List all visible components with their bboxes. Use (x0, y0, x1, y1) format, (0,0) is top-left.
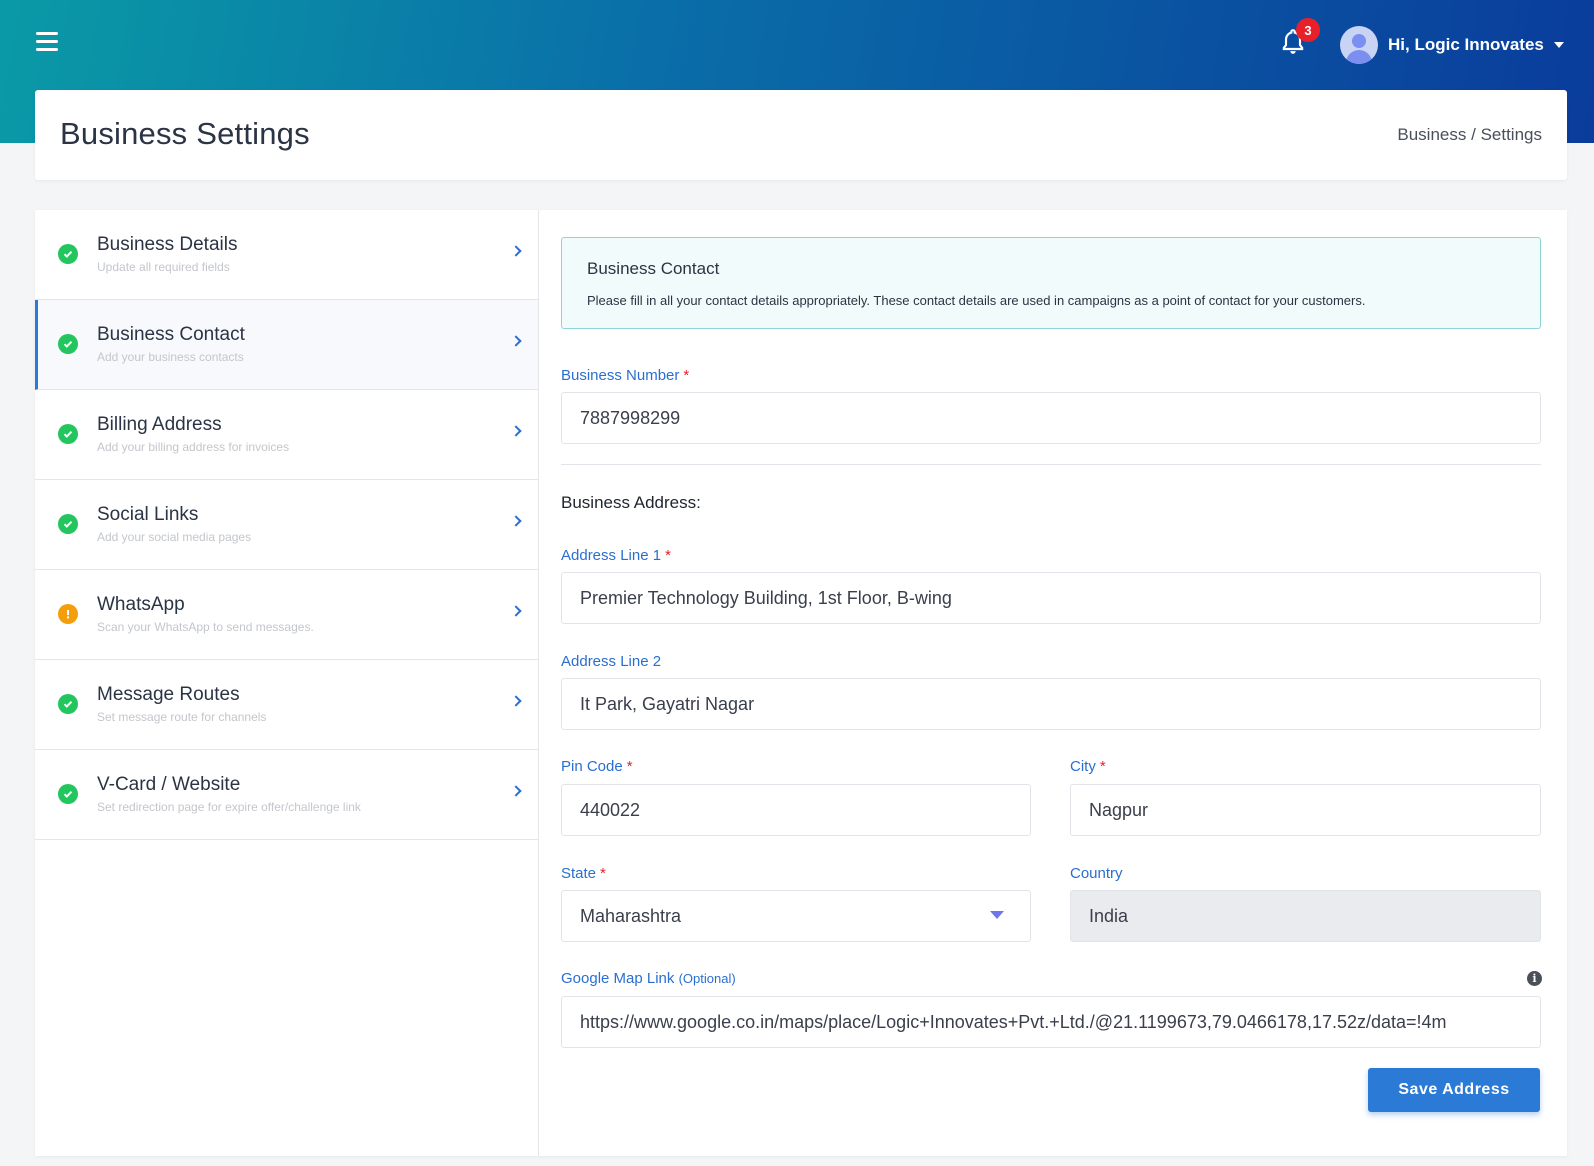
divider (561, 464, 1541, 465)
business-number-input[interactable]: 7887998299 (561, 392, 1541, 444)
address-line2-label: Address Line 2 (561, 653, 661, 670)
sidebar-item-subtitle: Update all required fields (97, 260, 230, 274)
save-address-button[interactable]: Save Address (1368, 1068, 1540, 1112)
info-alert-text: Please fill in all your contact details … (587, 293, 1366, 308)
avatar (1340, 26, 1378, 64)
check-circle-icon (58, 244, 78, 264)
hamburger-menu-icon[interactable] (36, 32, 58, 52)
sidebar-item-title: Billing Address (97, 414, 222, 435)
check-circle-icon (58, 424, 78, 444)
breadcrumb-separator: / (1471, 125, 1476, 144)
page-header: Business Settings Business / Settings (35, 90, 1567, 180)
settings-sidebar: Business Details Update all required fie… (35, 210, 539, 1156)
label-text: State (561, 865, 597, 882)
sidebar-item-title: Social Links (97, 504, 199, 525)
info-alert: Business Contact Please fill in all your… (561, 237, 1541, 329)
caret-down-icon (1553, 42, 1564, 48)
required-marker: * (683, 367, 690, 384)
sidebar-item-title: V-Card / Website (97, 774, 241, 795)
sidebar-item-social-links[interactable]: Social Links Add your social media pages (35, 480, 538, 570)
sidebar-item-whatsapp[interactable]: WhatsApp Scan your WhatsApp to send mess… (35, 570, 538, 660)
chevron-right-icon (510, 245, 522, 257)
chevron-right-icon (510, 605, 522, 617)
map-link-input[interactable]: https://www.google.co.in/maps/place/Logi… (561, 996, 1541, 1048)
sidebar-item-subtitle: Add your billing address for invoices (97, 440, 290, 454)
country-label: Country (1070, 865, 1123, 882)
optional-marker: (Optional) (678, 971, 736, 986)
exclamation-circle-icon (58, 604, 78, 624)
user-menu[interactable]: Hi, Logic Innovates (1340, 26, 1564, 64)
state-label: State * (561, 865, 606, 882)
check-circle-icon (58, 334, 78, 354)
address-line1-input[interactable]: Premier Technology Building, 1st Floor, … (561, 572, 1541, 624)
label-text: Pin Code (561, 758, 623, 775)
business-number-label: Business Number * (561, 367, 689, 384)
required-marker: * (626, 758, 633, 775)
map-link-label: Google Map Link (Optional) (561, 970, 736, 987)
sidebar-item-business-contact[interactable]: Business Contact Add your business conta… (35, 300, 538, 390)
label-text: Google Map Link (561, 970, 675, 987)
sidebar-item-subtitle: Set redirection page for expire offer/ch… (97, 800, 361, 814)
check-circle-icon (58, 694, 78, 714)
chevron-right-icon (510, 785, 522, 797)
label-text: Address Line 2 (561, 653, 662, 670)
sidebar-item-business-details[interactable]: Business Details Update all required fie… (35, 210, 538, 300)
sidebar-item-subtitle: Scan your WhatsApp to send messages. (97, 620, 314, 634)
business-address-heading: Business Address: (561, 493, 701, 512)
check-circle-icon (58, 784, 78, 804)
sidebar-item-subtitle: Set message route for channels (97, 710, 267, 724)
chevron-right-icon (510, 335, 522, 347)
breadcrumb-settings: Settings (1480, 125, 1542, 144)
label-text: Address Line 1 (561, 547, 662, 564)
required-marker: * (665, 547, 671, 564)
required-marker: * (1099, 758, 1106, 775)
country-input: India (1070, 890, 1541, 942)
sidebar-item-subtitle: Add your social media pages (97, 530, 252, 544)
label-text: City (1070, 758, 1096, 775)
sidebar-item-title: Business Details (97, 234, 238, 255)
notification-bell-icon[interactable]: 3 (1280, 18, 1320, 58)
label-text: Business Number (561, 367, 680, 384)
page-title: Business Settings (60, 116, 310, 151)
chevron-right-icon (510, 425, 522, 437)
chevron-right-icon (510, 695, 522, 707)
sidebar-item-billing-address[interactable]: Billing Address Add your billing address… (35, 390, 538, 480)
label-text: Country (1070, 865, 1123, 882)
state-select-value: Maharashtra (580, 905, 682, 926)
sidebar-item-vcard-website[interactable]: V-Card / Website Set redirection page fo… (35, 750, 538, 840)
contact-form: Business Contact Please fill in all your… (561, 210, 1542, 1156)
pin-code-input[interactable]: 440022 (561, 784, 1031, 836)
breadcrumb: Business / Settings (1397, 125, 1542, 145)
check-circle-icon (58, 514, 78, 534)
settings-card: Business Details Update all required fie… (35, 210, 1567, 1156)
info-alert-title: Business Contact (587, 259, 720, 278)
state-select[interactable]: Maharashtra (561, 890, 1031, 942)
sidebar-item-title: WhatsApp (97, 594, 185, 615)
notification-count-badge: 3 (1296, 18, 1320, 42)
address-line1-label: Address Line 1 * (561, 547, 671, 564)
sidebar-item-title: Business Contact (97, 324, 245, 345)
user-greeting: Hi, Logic Innovates (1388, 35, 1544, 54)
required-marker: * (600, 865, 606, 882)
dropdown-caret-icon (990, 911, 1004, 919)
sidebar-item-message-routes[interactable]: Message Routes Set message route for cha… (35, 660, 538, 750)
address-line2-input[interactable]: It Park, Gayatri Nagar (561, 678, 1541, 730)
city-label: City * (1070, 758, 1106, 775)
chevron-right-icon (510, 515, 522, 527)
pin-code-label: Pin Code * (561, 758, 633, 775)
sidebar-item-title: Message Routes (97, 684, 240, 705)
city-input[interactable]: Nagpur (1070, 784, 1541, 836)
info-icon[interactable]: i (1527, 971, 1542, 986)
sidebar-item-subtitle: Add your business contacts (97, 350, 244, 364)
breadcrumb-business[interactable]: Business (1397, 125, 1466, 144)
